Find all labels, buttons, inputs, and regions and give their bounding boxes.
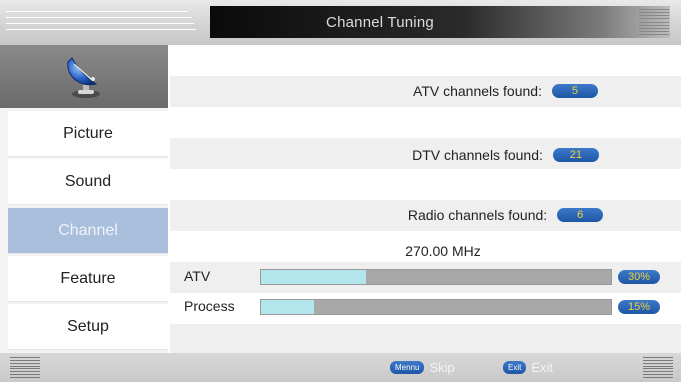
panel-row <box>170 324 681 353</box>
satellite-dish-icon <box>0 45 168 108</box>
grille-icon <box>10 357 40 378</box>
grille-icon <box>639 9 669 35</box>
dtv-found-label: DTV channels found: <box>412 147 543 163</box>
skip-hint[interactable]: Mennu Skip <box>390 360 455 375</box>
menu-item-setup[interactable]: Setup <box>8 304 168 350</box>
panel-row <box>170 169 681 200</box>
process-progress-label: Process <box>184 298 235 314</box>
process-progress-fill <box>261 300 314 314</box>
atv-progress-label: ATV <box>184 268 211 284</box>
exit-key-badge[interactable]: Exit <box>503 361 527 374</box>
menu-item-label: Feature <box>60 269 116 287</box>
exit-label: Exit <box>531 360 554 375</box>
process-progress-track <box>260 299 612 315</box>
top-bar: Channel Tuning <box>0 0 681 45</box>
atv-count-badge: 5 <box>551 84 598 98</box>
page-title: Channel Tuning <box>326 13 434 31</box>
menu-item-feature[interactable]: Feature <box>8 256 168 302</box>
atv-progress-fill <box>261 270 366 284</box>
atv-progress-percent: 30% <box>618 270 660 284</box>
menu-item-channel[interactable]: Channel <box>8 208 168 254</box>
process-progress-percent: 15% <box>618 300 660 314</box>
radio-found-line: Radio channels found: 6 <box>170 204 681 226</box>
atv-found-line: ATV channels found: 5 <box>170 80 681 102</box>
menu-item-label: Setup <box>67 317 109 335</box>
menu-item-sound[interactable]: Sound <box>8 159 168 205</box>
radio-found-label: Radio channels found: <box>407 207 548 223</box>
frequency-readout: 270.00 MHz <box>405 243 481 259</box>
panel-row <box>170 107 681 138</box>
grille-icon <box>643 357 673 378</box>
bottom-bar: Mennu Skip Exit Exit <box>0 353 681 382</box>
menu-key-badge[interactable]: Mennu <box>390 361 425 374</box>
atv-found-label: ATV channels found: <box>413 83 542 99</box>
atv-progress-track <box>260 269 612 285</box>
radio-count-badge: 6 <box>557 208 604 222</box>
skip-label: Skip <box>429 360 455 375</box>
menu-item-label: Channel <box>58 221 118 239</box>
tuning-panel: ATV channels found: 5 DTV channels found… <box>170 45 681 353</box>
dtv-count-badge: 21 <box>552 148 599 162</box>
menu-item-picture[interactable]: Picture <box>8 111 168 157</box>
title-bar: Channel Tuning <box>210 6 670 38</box>
exit-hint[interactable]: Exit Exit <box>503 360 553 375</box>
decorative-lines <box>6 8 196 36</box>
menu-item-label: Picture <box>63 124 113 142</box>
atv-progress-row: ATV 30% <box>170 265 681 289</box>
sidebar: Picture Sound Channel Feature Setup <box>0 45 168 353</box>
panel-row <box>170 45 681 76</box>
menu-item-label: Sound <box>64 172 112 190</box>
dtv-found-line: DTV channels found: 21 <box>170 144 681 166</box>
process-progress-row: Process 15% <box>170 295 681 319</box>
